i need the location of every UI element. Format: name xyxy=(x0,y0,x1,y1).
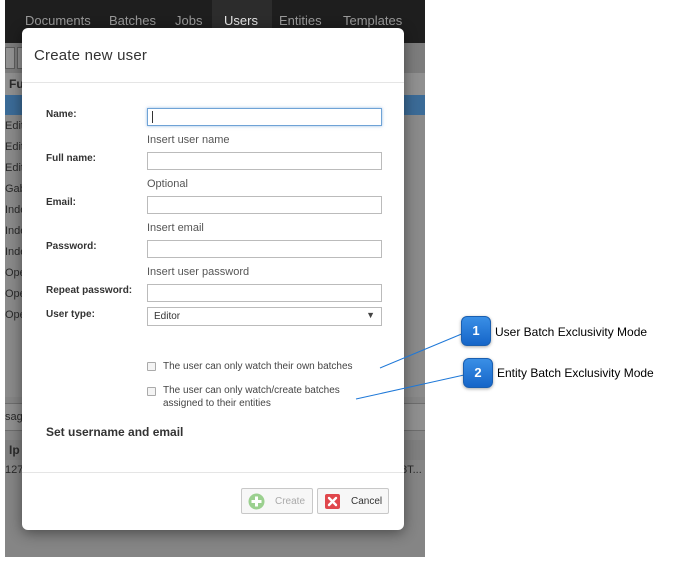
screenshot-stage: Documents Batches Jobs Users Entities Te… xyxy=(0,0,687,565)
callout-connectors xyxy=(355,332,465,400)
callout-text-1: User Batch Exclusivity Mode xyxy=(495,325,648,339)
callout-badge-1: 1 xyxy=(461,316,491,346)
connector-line-2 xyxy=(355,374,465,400)
connector-line-1 xyxy=(379,332,465,369)
callout-badge-2: 2 xyxy=(463,358,493,388)
callout-text-2: Entity Batch Exclusivity Mode xyxy=(497,366,654,380)
